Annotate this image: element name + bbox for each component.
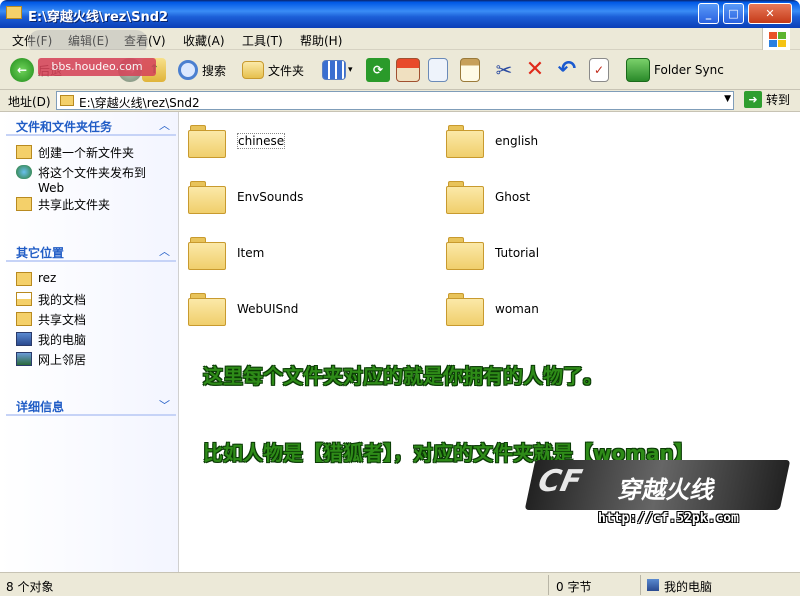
views-dropdown-icon: ▾ (348, 65, 353, 75)
folders-icon (242, 61, 264, 79)
windows-logo-icon (762, 28, 790, 50)
folder-item[interactable]: english (446, 123, 538, 159)
folder-item[interactable]: Item (188, 235, 264, 271)
computer-icon (16, 332, 32, 346)
folder-item[interactable]: Ghost (446, 179, 530, 215)
sync-icon (626, 58, 650, 82)
cut-button[interactable]: ✂ (492, 56, 516, 84)
copy-to-button[interactable] (428, 56, 448, 84)
paste-icon (460, 58, 480, 82)
places-panel: 其它位置 ︿ (6, 240, 176, 262)
site-url: http://cf.52pk.com (598, 511, 739, 526)
window-title: E:\穿越火线\rez\Snd2 (28, 10, 169, 25)
tasks-panel: 文件和文件夹任务 ︿ (6, 114, 176, 136)
menu-favorites[interactable]: 收藏(A) (183, 32, 225, 49)
undo-button[interactable]: ↶ (555, 56, 579, 84)
crossfire-logo: CF 穿越火线 (524, 460, 791, 510)
address-bar: 地址(D) E:\穿越火线\rez\Snd2 ▼ ➜ 转到 (0, 90, 800, 112)
folder-icon (188, 235, 228, 271)
status-bar: 8 个对象 0 字节 我的电脑 (0, 572, 800, 596)
home-icon (396, 58, 420, 82)
object-count: 8 个对象 (6, 580, 54, 594)
properties-button[interactable]: ✓ (589, 56, 609, 84)
folder-icon (188, 179, 228, 215)
place-rez[interactable]: rez (16, 271, 56, 286)
search-button[interactable]: 搜索 (178, 56, 226, 84)
address-field[interactable]: E:\穿越火线\rez\Snd2 ▼ (56, 91, 734, 110)
folder-item[interactable]: EnvSounds (188, 179, 303, 215)
folder-item[interactable]: WebUISnd (188, 291, 298, 327)
expand-icon[interactable]: ﹀ (159, 397, 170, 413)
computer-icon (647, 579, 659, 591)
refresh-icon: ⟳ (366, 58, 390, 82)
places-panel-header[interactable]: 其它位置 ︿ (6, 240, 176, 262)
address-label: 地址(D) (8, 95, 51, 109)
cf-logo-text: CF (535, 464, 585, 499)
folder-item[interactable]: woman (446, 291, 539, 327)
collapse-icon[interactable]: ︿ (159, 117, 170, 133)
folders-button[interactable]: 文件夹 (242, 56, 304, 84)
folder-icon (60, 95, 74, 106)
folder-icon (446, 179, 486, 215)
status-divider (548, 575, 549, 595)
menu-help[interactable]: 帮助(H) (300, 32, 342, 49)
shared-folder-icon (16, 312, 32, 326)
views-icon (322, 60, 346, 80)
folder-icon (446, 291, 486, 327)
task-publish-web[interactable]: 将这个文件夹发布到 Web (16, 164, 166, 195)
menu-tools[interactable]: 工具(T) (242, 32, 283, 49)
globe-icon (16, 165, 32, 179)
my-documents-icon (16, 292, 32, 306)
details-panel: 详细信息 ﹀ (6, 394, 176, 416)
task-new-folder[interactable]: 创建一个新文件夹 (16, 144, 134, 161)
refresh-button[interactable]: ⟳ (366, 56, 390, 84)
details-panel-header[interactable]: 详细信息 ﹀ (6, 394, 176, 416)
search-icon (178, 60, 198, 80)
new-folder-icon (16, 145, 32, 159)
scissors-icon: ✂ (495, 58, 513, 82)
home-button[interactable] (396, 56, 420, 84)
tasks-panel-header[interactable]: 文件和文件夹任务 ︿ (6, 114, 176, 136)
title-bar: E:\穿越火线\rez\Snd2 _ □ ✕ (0, 0, 800, 28)
collapse-icon[interactable]: ︿ (159, 243, 170, 259)
undo-icon: ↶ (557, 57, 577, 82)
delete-button[interactable]: ✕ (523, 56, 547, 84)
dropdown-icon[interactable]: ▼ (724, 94, 731, 104)
folder-icon (16, 272, 32, 286)
folder-icon (446, 123, 486, 159)
folder-item[interactable]: Tutorial (446, 235, 539, 271)
paste-button[interactable] (460, 56, 480, 84)
folder-sync-button[interactable]: Folder Sync (626, 56, 724, 84)
place-network[interactable]: 网上邻居 (16, 351, 86, 368)
properties-icon: ✓ (589, 58, 609, 82)
folder-icon (188, 291, 228, 327)
game-name-text: 穿越火线 (615, 476, 718, 504)
task-share-folder[interactable]: 共享此文件夹 (16, 196, 110, 213)
address-value: E:\穿越火线\rez\Snd2 (79, 96, 200, 110)
copy-icon (428, 58, 448, 82)
folder-icon (188, 123, 228, 159)
folder-item[interactable]: chinese (188, 123, 286, 159)
views-button[interactable]: ▾ (322, 56, 353, 84)
network-icon (16, 352, 32, 366)
place-my-computer[interactable]: 我的电脑 (16, 331, 86, 348)
status-divider (640, 575, 641, 595)
close-button[interactable]: ✕ (748, 3, 792, 24)
folder-icon (446, 235, 486, 271)
minimize-button[interactable]: _ (698, 3, 719, 24)
place-shared-documents[interactable]: 共享文档 (16, 311, 86, 328)
annotation-line-1: 这里每个文件夹对应的就是你拥有的人物了。 (203, 364, 603, 388)
folder-icon (6, 6, 22, 19)
go-arrow-icon: ➜ (744, 91, 762, 108)
maximize-button[interactable]: □ (723, 3, 744, 24)
status-location: 我的电脑 (664, 580, 713, 594)
watermark: bbs.houdeo.com (38, 58, 156, 76)
delete-icon: ✕ (525, 57, 545, 82)
place-my-documents[interactable]: 我的文档 (16, 291, 86, 308)
total-size: 0 字节 (556, 580, 592, 594)
task-pane: 文件和文件夹任务 ︿ 创建一个新文件夹 将这个文件夹发布到 Web 共享此文件夹… (0, 112, 179, 572)
go-button[interactable]: ➜ 转到 (740, 91, 790, 108)
back-arrow-icon: ← (10, 58, 34, 82)
share-folder-icon (16, 197, 32, 211)
